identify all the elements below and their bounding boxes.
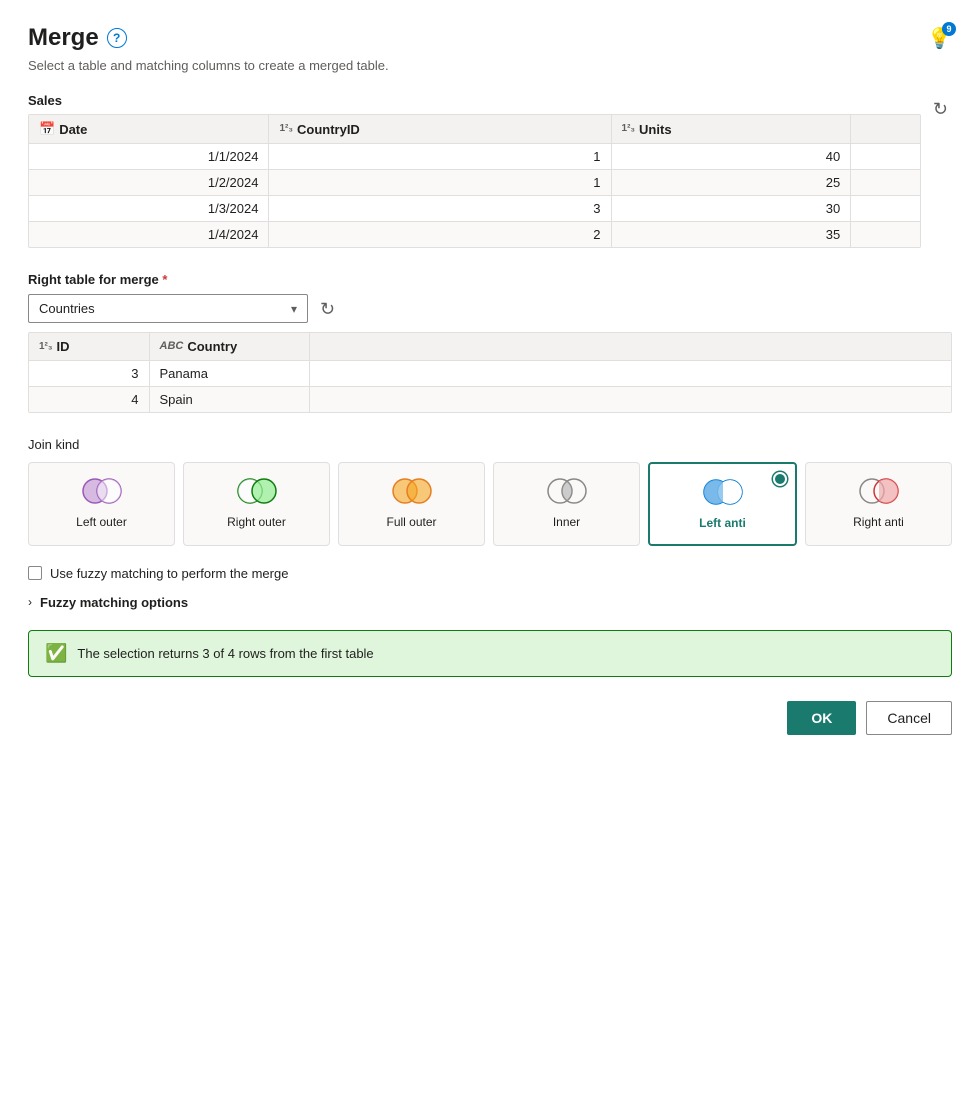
sales-col-date[interactable]: 📅 Date (29, 115, 269, 144)
fuzzy-matching-label: Use fuzzy matching to perform the merge (50, 566, 288, 581)
table-cell: 3 (29, 361, 149, 387)
sales-refresh-button[interactable]: ↻ (929, 95, 952, 124)
sales-col-empty (851, 115, 920, 144)
table-cell: 1 (269, 170, 611, 196)
inner-label: Inner (553, 515, 580, 531)
join-kind-label: Join kind (28, 437, 952, 452)
fuzzy-matching-row: Use fuzzy matching to perform the merge (28, 566, 952, 581)
table-row: 1/4/2024235 (29, 222, 920, 248)
selected-indicator (773, 472, 787, 486)
sales-col-units[interactable]: 1²₃ Units (611, 115, 851, 144)
table-cell: 40 (611, 144, 851, 170)
left-outer-venn-icon (80, 477, 124, 505)
info-banner-text: The selection returns 3 of 4 rows from t… (77, 646, 373, 661)
left-anti-venn-icon (701, 478, 745, 506)
right-anti-label: Right anti (853, 515, 904, 531)
table-cell: 1/1/2024 (29, 144, 269, 170)
lightbulb-button[interactable]: 💡 9 (927, 26, 952, 51)
right-table-container: 1²₃ ID ABC Country 3Panama4Spain (28, 332, 952, 413)
join-cards: Left outer Right outer Full outer (28, 462, 952, 546)
subtitle-text: Select a table and matching columns to c… (28, 58, 952, 73)
join-kind-section: Join kind Left outer Right outer (28, 437, 952, 546)
table-cell: 1/4/2024 (29, 222, 269, 248)
table-cell: Panama (149, 361, 309, 387)
sales-section: Sales 📅 Date 1²₃ Co (28, 93, 952, 252)
123-icon-id: 1²₃ (39, 342, 53, 352)
right-table-label: Right table for merge * (28, 272, 952, 287)
chevron-right-icon: › (28, 595, 32, 609)
table-cell-empty (851, 222, 920, 248)
table-cell-empty (851, 144, 920, 170)
table-cell: Spain (149, 387, 309, 413)
table-cell: 4 (29, 387, 149, 413)
table-cell: 3 (269, 196, 611, 222)
right-outer-venn-icon (235, 477, 279, 505)
table-row: 1/1/2024140 (29, 144, 920, 170)
sales-col-countryid[interactable]: 1²₃ CountryID (269, 115, 611, 144)
table-cell: 1/2/2024 (29, 170, 269, 196)
123-icon: 1²₃ (279, 124, 293, 134)
sales-table-wrapper: Sales 📅 Date 1²₃ Co (28, 93, 921, 252)
table-cell: 2 (269, 222, 611, 248)
join-card-right-anti[interactable]: Right anti (805, 462, 952, 546)
join-card-right-outer[interactable]: Right outer (183, 462, 330, 546)
table-cell: 35 (611, 222, 851, 248)
cancel-button[interactable]: Cancel (866, 701, 952, 735)
right-outer-label: Right outer (227, 515, 286, 531)
title-group: Merge ? (28, 24, 127, 52)
join-card-left-anti[interactable]: Left anti (648, 462, 797, 546)
fuzzy-options-label: Fuzzy matching options (40, 595, 188, 610)
check-circle-icon: ✅ (45, 643, 67, 664)
sales-table: 📅 Date 1²₃ CountryID 1² (29, 115, 920, 247)
table-cell: 1 (269, 144, 611, 170)
header-row: Merge ? 💡 9 (28, 24, 952, 52)
help-icon[interactable]: ? (107, 28, 127, 48)
table-row: 1/2/2024125 (29, 170, 920, 196)
table-row: 3Panama (29, 361, 951, 387)
notification-badge: 9 (942, 22, 956, 36)
sales-table-container: 📅 Date 1²₃ CountryID 1² (28, 114, 921, 248)
dropdown-value: Countries (39, 301, 95, 316)
fuzzy-options-row[interactable]: › Fuzzy matching options (28, 595, 952, 610)
abc-icon: ABC (160, 341, 184, 352)
dropdown-row: Countries ▾ ↻ (28, 293, 952, 324)
table-cell-empty (851, 196, 920, 222)
right-col-empty (309, 333, 951, 361)
right-table-refresh-button[interactable]: ↻ (316, 295, 339, 324)
table-cell: 1/3/2024 (29, 196, 269, 222)
right-anti-venn-icon (857, 477, 901, 505)
table-cell-empty (851, 170, 920, 196)
table-row: 4Spain (29, 387, 951, 413)
table-cell: 30 (611, 196, 851, 222)
left-anti-label: Left anti (699, 516, 746, 532)
right-col-country[interactable]: ABC Country (149, 333, 309, 361)
sales-label: Sales (28, 93, 921, 108)
chevron-down-icon: ▾ (291, 302, 297, 316)
fuzzy-matching-checkbox[interactable] (28, 566, 42, 580)
table-row: 1/3/2024330 (29, 196, 920, 222)
right-table-dropdown[interactable]: Countries ▾ (28, 294, 308, 323)
join-card-left-outer[interactable]: Left outer (28, 462, 175, 546)
table-cell-empty (309, 361, 951, 387)
page-title: Merge (28, 24, 99, 52)
right-col-id[interactable]: 1²₃ ID (29, 333, 149, 361)
join-card-inner[interactable]: Inner (493, 462, 640, 546)
table-cell: 25 (611, 170, 851, 196)
calendar-icon: 📅 (39, 121, 55, 137)
left-outer-label: Left outer (76, 515, 127, 531)
required-star: * (162, 272, 167, 287)
123-icon-units: 1²₃ (622, 124, 636, 134)
ok-button[interactable]: OK (787, 701, 856, 735)
info-banner: ✅ The selection returns 3 of 4 rows from… (28, 630, 952, 677)
full-outer-venn-icon (390, 477, 434, 505)
join-card-full-outer[interactable]: Full outer (338, 462, 485, 546)
right-table-section: Right table for merge * Countries ▾ ↻ 1²… (28, 272, 952, 413)
inner-venn-icon (545, 477, 589, 505)
right-table: 1²₃ ID ABC Country 3Panama4Spain (29, 333, 951, 412)
table-cell-empty (309, 387, 951, 413)
full-outer-label: Full outer (386, 515, 436, 531)
footer-buttons: OK Cancel (28, 701, 952, 735)
